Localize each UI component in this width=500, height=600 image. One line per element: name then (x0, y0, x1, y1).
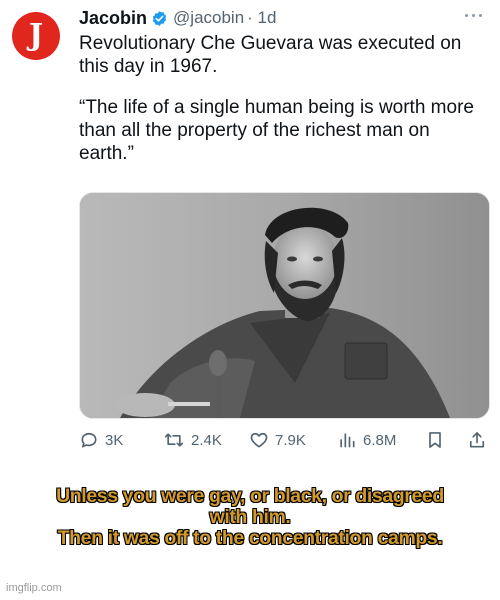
watermark: imgflip.com (6, 582, 62, 594)
account-name[interactable]: Jacobin (79, 8, 147, 29)
bookmark-button[interactable] (425, 430, 445, 450)
bookmark-icon (425, 430, 445, 450)
tweet-time[interactable]: · 1d (247, 8, 276, 28)
verified-badge-icon (151, 10, 168, 27)
views-button[interactable]: 6.8M (337, 430, 396, 450)
share-button[interactable] (467, 430, 487, 450)
meme-caption: Unless you were gay, or black, or disagr… (0, 486, 500, 549)
analytics-icon (337, 430, 357, 450)
account-handle[interactable]: @jacobin (173, 8, 244, 28)
avatar-letter: J (28, 18, 44, 53)
like-button[interactable]: 7.9K (249, 430, 306, 450)
tweet-photo[interactable] (79, 192, 490, 419)
tweet-actions: 3K 2.4K 7.9K 6.8M (79, 430, 489, 452)
tweet-header: Jacobin @jacobin · 1d (79, 6, 276, 30)
reply-icon (79, 430, 99, 450)
tweet-text: Revolutionary Che Guevara was executed o… (79, 32, 489, 183)
caption-line: with him. (209, 506, 291, 528)
retweet-icon (163, 430, 185, 450)
heart-icon (249, 430, 269, 450)
like-count: 7.9K (275, 431, 306, 449)
tweet-line: Revolutionary Che Guevara was executed o… (79, 33, 462, 77)
reply-button[interactable]: 3K (79, 430, 123, 450)
views-count: 6.8M (363, 431, 397, 449)
more-options-icon[interactable] (460, 6, 486, 24)
avatar[interactable]: J (12, 12, 60, 60)
tweet-card: J Jacobin @jacobin · 1d Revolutionary Ch… (0, 0, 500, 458)
che-guevara-photo (80, 193, 489, 418)
share-icon (467, 430, 487, 450)
caption-line: Unless you were gay, or black, or disagr… (56, 485, 444, 507)
retweet-button[interactable]: 2.4K (163, 430, 222, 450)
retweet-count: 2.4K (191, 431, 222, 449)
reply-count: 3K (105, 431, 124, 449)
tweet-quote: “The life of a single human being is wor… (79, 97, 474, 164)
caption-line: Then it was off to the concentration cam… (57, 527, 443, 549)
